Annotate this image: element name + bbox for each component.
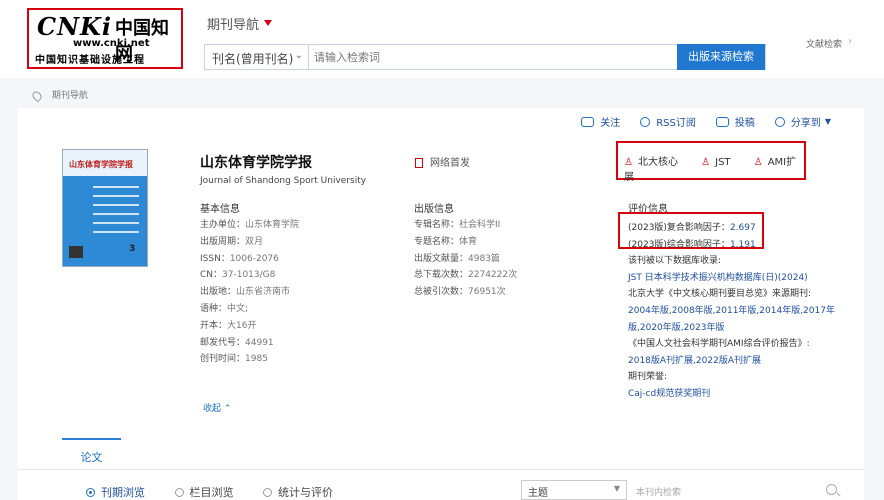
search-field-label: 刊名(曾用刊名) xyxy=(212,52,294,66)
publish-info-list: 专辑名称：社会科学II 专题名称：体育 出版文献量：4983篇 总下载次数：22… xyxy=(414,217,517,301)
basic-info-row: 主办单位：山东体育学院 xyxy=(200,220,300,230)
cover-title: 山东体育学院学报 xyxy=(69,160,133,169)
radio-issue-browse[interactable]: 刊期浏览 xyxy=(86,484,145,500)
evaluation-line: 期刊荣誉: xyxy=(628,372,668,383)
follow-label: 关注 xyxy=(600,118,621,129)
index-badges: ♙ 北大核心 ♙ JST ♙ AMI扩展 xyxy=(616,141,806,183)
evaluation-line: Caj-cd规范获奖期刊 xyxy=(628,388,711,399)
net-first-badge: 网络首发 xyxy=(415,154,470,169)
cover-issue: 3 xyxy=(129,244,136,254)
basic-info-row: CN：37-1013/G8 xyxy=(200,270,276,281)
share-button[interactable]: 分享到 ▼ xyxy=(774,114,831,129)
share-label: 分享到 xyxy=(790,118,821,129)
publish-info-row: 专辑名称：社会科学II xyxy=(414,220,501,230)
collapse-link[interactable]: 收起 ⌃ xyxy=(203,401,231,414)
journal-title: 山东体育学院学报 xyxy=(200,155,312,171)
evaluation-line: JST 日本科学技术振兴机构数据库(日)(2024) xyxy=(628,272,808,283)
cover-decoration xyxy=(93,186,139,246)
publish-info-title: 出版信息 xyxy=(414,204,454,215)
chevron-down-icon: ▼ xyxy=(613,484,620,493)
publish-info-row: 专题名称：体育 xyxy=(414,236,478,247)
top-header: CNKi 中国知网 www.cnki.net 中国知识基础设施工程 期刊导航 刊… xyxy=(0,0,884,78)
basic-info-list: 主办单位：山东体育学院 出版周期：双月 ISSN：1006-2076 CN：37… xyxy=(200,217,299,368)
topic-select-label: 主题 xyxy=(528,488,548,499)
basic-info-row: 创刊时间：1985 xyxy=(200,354,268,365)
badge-jst: ♙ JST xyxy=(701,157,731,168)
eye-icon xyxy=(581,116,595,127)
breadcrumb: 期刊导航 xyxy=(30,88,88,102)
search-field-select[interactable]: 刊名(曾用刊名) ⌄ xyxy=(205,45,309,69)
award-icon: ♙ xyxy=(753,157,763,168)
source-search-button[interactable]: 出版来源检索 xyxy=(677,44,765,70)
caret-down-icon: ▼ xyxy=(824,117,831,126)
literature-search-link[interactable]: 文献检索 xyxy=(806,37,842,50)
location-pin-icon xyxy=(30,89,44,102)
inner-search-input[interactable]: 本刊内检索 xyxy=(636,485,681,498)
evaluation-line: 2018版A刊扩展,2022版A刊扩展 xyxy=(628,355,761,366)
journal-cover[interactable]: 山东体育学院学报 3 xyxy=(62,149,148,267)
logo-subtitle: 中国知识基础设施工程 xyxy=(35,55,145,66)
rss-icon xyxy=(640,116,651,127)
basic-info-row: 开本：大16开 xyxy=(200,320,257,331)
evaluation-line: 版,2020年版,2023年版 xyxy=(628,322,725,333)
basic-info-row: 语种：中文; xyxy=(200,303,249,314)
breadcrumb-item[interactable]: 期刊导航 xyxy=(52,91,88,101)
net-first-label: 网络首发 xyxy=(430,158,470,169)
evaluation-line: 该刊被以下数据库收录: xyxy=(628,256,722,267)
cover-badge xyxy=(69,246,83,258)
topic-select[interactable]: 主题 ▼ xyxy=(521,480,627,500)
basic-info-row: 邮发代号：44991 xyxy=(200,337,274,348)
tab-papers[interactable]: 论文 xyxy=(62,438,121,468)
journal-nav-menu[interactable]: 期刊导航 xyxy=(207,14,259,33)
impact-factor-row: (2023版)复合影响因子：2.697 xyxy=(628,223,756,233)
search-bar: 刊名(曾用刊名) ⌄ 出版来源检索 xyxy=(204,44,766,70)
chevron-down-icon: ⌄ xyxy=(294,50,303,61)
badge-pku-core: ♙ 北大核心 xyxy=(624,157,678,168)
basic-info-title: 基本信息 xyxy=(200,204,240,215)
award-icon: ♙ xyxy=(701,157,711,168)
caret-down-icon[interactable] xyxy=(264,20,272,26)
browse-options: 刊期浏览 栏目浏览 统计与评价 xyxy=(86,484,359,500)
search-icon[interactable] xyxy=(826,484,837,495)
rss-button[interactable]: RSS订阅 xyxy=(640,114,696,129)
tab-divider xyxy=(18,469,864,470)
evaluation-line: 2004年版,2008年版,2011年版,2014年版,2017年 xyxy=(628,305,835,316)
radio-stats-evaluation[interactable]: 统计与评价 xyxy=(263,484,333,500)
evaluation-list: (2023版)复合影响因子：2.697 (2023版)综合影响因子：1.191 … xyxy=(628,220,835,403)
publish-info-row: 出版文献量：4983篇 xyxy=(414,253,500,264)
follow-button[interactable]: 关注 xyxy=(581,114,620,129)
award-icon: ♙ xyxy=(624,157,633,168)
rss-label: RSS订阅 xyxy=(656,118,696,129)
basic-info-row: 出版周期：双月 xyxy=(200,236,264,247)
basic-info-row: 出版地：山东省济南市 xyxy=(200,287,291,298)
publish-info-row: 总被引次数：76951次 xyxy=(414,287,506,298)
journal-card: 关注 RSS订阅 投稿 分享到 ▼ 山东体育学院学报 3 山东体育学院学报 Jo… xyxy=(18,108,864,500)
journal-english-title: Journal of Shandong Sport University xyxy=(200,176,367,186)
submit-label: 投稿 xyxy=(734,118,755,129)
evaluation-line: 《中国人文社会科学期刊AMI综合评价报告》: xyxy=(628,339,810,350)
impact-factor-row: (2023版)综合影响因子：1.191 xyxy=(628,239,756,250)
submit-button[interactable]: 投稿 xyxy=(715,114,755,129)
chevron-right-icon[interactable]: › xyxy=(848,36,852,47)
chevron-up-icon: ⌃ xyxy=(221,404,232,414)
publish-info-row: 总下载次数：2274222次 xyxy=(414,270,518,281)
logo-url: www.cnki.net xyxy=(73,38,150,49)
logo-brand: CNKi xyxy=(37,12,113,41)
mail-icon xyxy=(715,116,729,127)
radio-column-browse[interactable]: 栏目浏览 xyxy=(174,484,234,500)
cnki-logo[interactable]: CNKi 中国知网 www.cnki.net 中国知识基础设施工程 xyxy=(27,8,183,69)
basic-info-row: ISSN：1006-2076 xyxy=(200,253,279,264)
search-input[interactable] xyxy=(311,45,681,69)
share-icon xyxy=(774,116,785,127)
evaluation-line: 北京大学《中文核心期刊要目总览》来源期刊: xyxy=(628,289,812,300)
action-bar: 关注 RSS订阅 投稿 分享到 ▼ xyxy=(561,114,831,129)
document-icon xyxy=(415,158,423,168)
